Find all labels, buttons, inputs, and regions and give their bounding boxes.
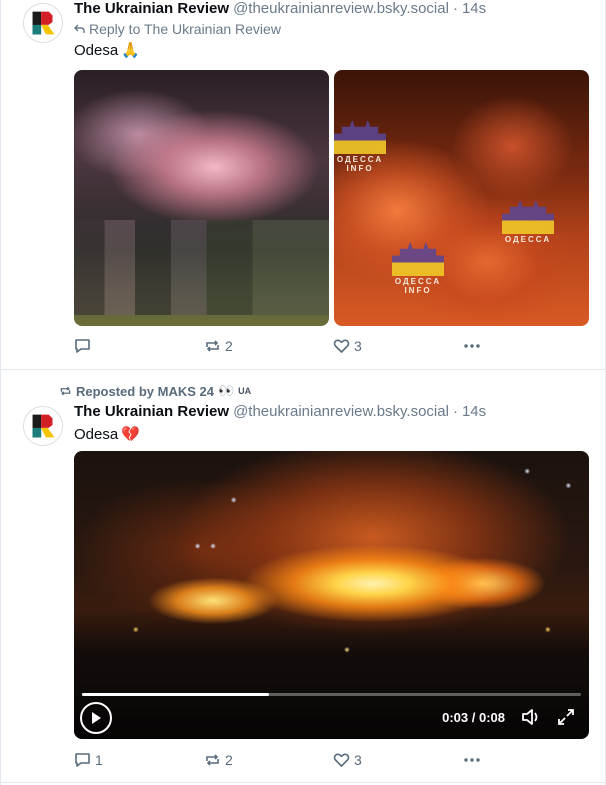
play-icon <box>92 712 101 724</box>
post-text-content: Odesa <box>74 41 119 59</box>
reply-button[interactable] <box>74 338 95 354</box>
post-header: The Ukrainian Review @theukrainianreview… <box>74 0 486 17</box>
post-actions: 2 3 <box>74 336 494 356</box>
watermark-building-icon <box>392 242 444 276</box>
repost-icon <box>60 386 71 396</box>
image-gallery: ОДЕССА INFO ОДЕССА INFO ОДЕССА <box>74 70 589 326</box>
separator: · <box>452 403 458 420</box>
post-image-2[interactable]: ОДЕССА INFO ОДЕССА INFO ОДЕССА <box>334 70 589 326</box>
post-text: Odesa 💔 <box>74 425 140 444</box>
repost-count: 2 <box>225 752 233 768</box>
video-time: 0:03 / 0:08 <box>442 710 505 725</box>
watermark-3: ОДЕССА <box>502 200 554 245</box>
fullscreen-icon <box>558 709 574 725</box>
repost-count: 2 <box>225 338 233 354</box>
volume-icon <box>522 709 538 725</box>
heart-icon <box>333 339 350 353</box>
mute-button[interactable] <box>521 708 541 731</box>
author-name[interactable]: The Ukrainian Review <box>74 0 229 17</box>
reply-button[interactable]: 1 <box>74 752 103 768</box>
author-avatar[interactable] <box>23 3 63 43</box>
watermark-2: ОДЕССА INFO <box>392 242 444 296</box>
like-button[interactable]: 3 <box>333 752 362 768</box>
post-time[interactable]: 14s <box>462 0 486 17</box>
repost-icon <box>206 754 219 766</box>
more-icon <box>464 344 480 348</box>
post-time[interactable]: 14s <box>462 403 486 420</box>
like-count: 3 <box>354 338 362 354</box>
repost-label: Reposted by MAKS 24 <box>76 383 214 399</box>
like-button[interactable]: 3 <box>333 338 362 354</box>
post-reply[interactable]: The Ukrainian Review @theukrainianreview… <box>1 0 605 370</box>
post-text: Odesa 🙏 <box>74 41 140 60</box>
reply-count: 1 <box>95 752 103 768</box>
reply-to-label: Reply to The Ukrainian Review <box>89 21 281 37</box>
more-button[interactable] <box>462 752 482 768</box>
heart-icon <box>333 753 350 767</box>
repost-indicator[interactable]: Reposted by MAKS 24 👀 UA <box>59 383 251 399</box>
reply-arrow-icon <box>74 24 85 33</box>
more-icon <box>464 758 480 762</box>
author-avatar[interactable] <box>23 406 63 446</box>
separator: · <box>452 0 458 17</box>
watermark-1: ОДЕССА INFO <box>334 120 386 174</box>
repost-icon <box>206 340 219 352</box>
repost-button[interactable]: 2 <box>204 338 233 354</box>
feed: The Ukrainian Review @theukrainianreview… <box>0 0 606 785</box>
fullscreen-button[interactable] <box>557 708 575 731</box>
reply-to-line[interactable]: Reply to The Ukrainian Review <box>74 21 281 37</box>
video-progress-fill <box>82 693 270 696</box>
more-button[interactable] <box>462 338 482 354</box>
post-actions: 1 2 3 <box>74 750 494 770</box>
video-player[interactable]: 0:03 / 0:08 <box>74 451 589 739</box>
post-repost[interactable]: Reposted by MAKS 24 👀 UA The Ukrainian R… <box>1 370 605 783</box>
watermark-building-icon <box>334 120 386 154</box>
broken-heart-emoji: 💔 <box>121 426 140 443</box>
comment-icon <box>75 339 90 353</box>
repost-button[interactable]: 2 <box>204 752 233 768</box>
play-button[interactable] <box>80 702 112 734</box>
author-name[interactable]: The Ukrainian Review <box>74 403 229 420</box>
comment-icon <box>75 753 90 767</box>
author-handle[interactable]: @theukrainianreview.bsky.social <box>233 0 449 17</box>
video-progress-bar[interactable] <box>82 693 581 696</box>
post-header: The Ukrainian Review @theukrainianreview… <box>74 403 486 420</box>
post-image-1[interactable] <box>74 70 329 326</box>
repost-suffix: UA <box>238 386 252 396</box>
watermark-building-icon <box>502 200 554 234</box>
author-handle[interactable]: @theukrainianreview.bsky.social <box>233 403 449 420</box>
eyes-emoji: 👀 <box>217 383 235 398</box>
pixelated-region <box>74 220 329 315</box>
like-count: 3 <box>354 752 362 768</box>
praying-hands-emoji: 🙏 <box>121 42 140 59</box>
post-text-content: Odesa <box>74 425 119 443</box>
